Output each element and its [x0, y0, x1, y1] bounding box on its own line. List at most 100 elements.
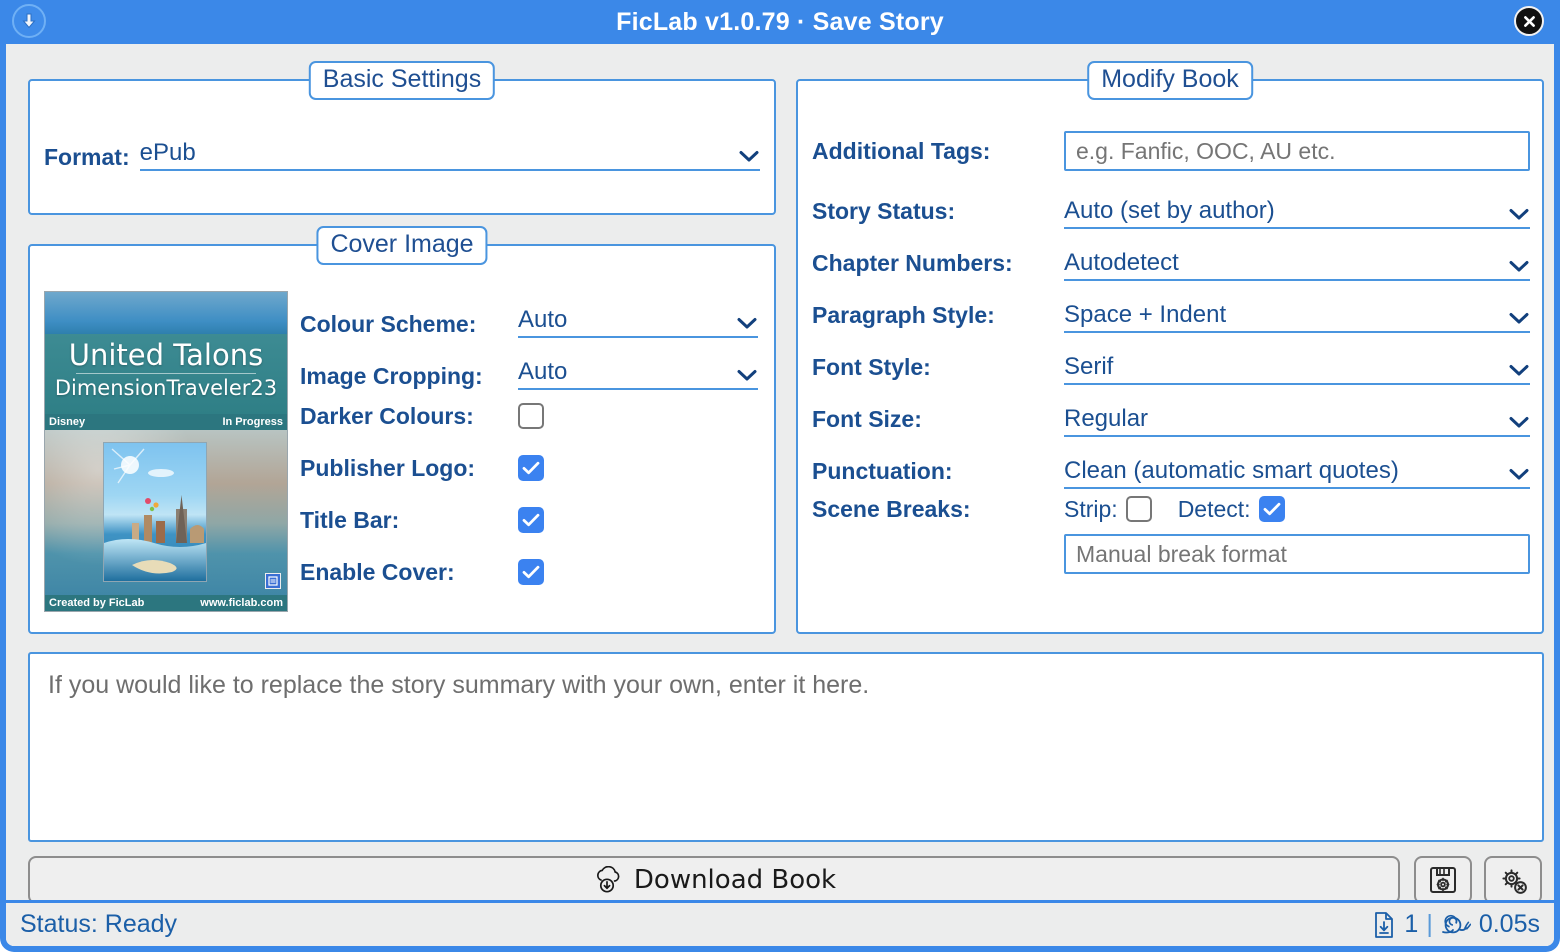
modify-book-group: Modify Book Additional Tags: Story Statu…: [796, 61, 1544, 634]
ficlab-logo-icon: [265, 573, 281, 589]
scene-breaks-strip-label: Strip:: [1064, 495, 1118, 522]
cover-fandom: Disney: [49, 416, 86, 428]
story-status-row: Story Status: Auto (set by author): [812, 177, 1530, 229]
story-status-select[interactable]: Auto (set by author): [1064, 193, 1530, 229]
image-cropping-select[interactable]: Auto: [518, 356, 758, 390]
font-style-select[interactable]: Serif: [1064, 349, 1530, 385]
font-size-row: Font Size: Regular: [812, 385, 1530, 437]
chapter-numbers-select[interactable]: Autodetect: [1064, 245, 1530, 281]
punctuation-label: Punctuation:: [812, 458, 953, 484]
darker-colours-row: Darker Colours:: [300, 390, 760, 442]
chevron-down-icon: [1509, 313, 1529, 324]
colour-scheme-row: Colour Scheme: Auto: [300, 294, 760, 338]
title-bar-checkbox[interactable]: [518, 507, 544, 533]
paragraph-style-row: Paragraph Style: Space + Indent: [812, 281, 1530, 333]
cloud-download-icon: [596, 866, 620, 893]
download-book-button[interactable]: Download Book: [28, 856, 1400, 904]
additional-tags-input[interactable]: [1064, 131, 1530, 171]
font-size-select[interactable]: Regular: [1064, 401, 1530, 437]
cover-divider: [76, 373, 256, 374]
font-style-label: Font Style:: [812, 354, 931, 380]
basic-settings-legend: Basic Settings: [308, 61, 496, 100]
cover-sky-band: [45, 292, 287, 334]
cover-website: www.ficlab.com: [200, 597, 283, 609]
scene-breaks-label: Scene Breaks:: [812, 495, 971, 522]
cover-image-legend: Cover Image: [316, 226, 488, 265]
manual-break-input[interactable]: [1064, 534, 1530, 574]
image-cropping-label: Image Cropping:: [300, 363, 483, 389]
floppy-gear-icon: [1430, 867, 1456, 893]
image-cropping-row: Image Cropping: Auto: [300, 338, 760, 390]
enable-cover-label: Enable Cover:: [300, 558, 455, 585]
title-bar-label: Title Bar:: [300, 506, 400, 533]
elapsed-time: 0.05s: [1478, 910, 1540, 938]
gear-x-icon: [1502, 869, 1527, 894]
ficlab-save-story-window: FicLab v1.0.79 · Save Story Basic Settin…: [0, 0, 1560, 952]
paragraph-style-label: Paragraph Style:: [812, 302, 995, 328]
image-cropping-value: Auto: [518, 358, 568, 385]
paragraph-style-select[interactable]: Space + Indent: [1064, 297, 1530, 333]
chapter-numbers-value: Autodetect: [1064, 249, 1179, 276]
chapter-numbers-row: Chapter Numbers: Autodetect: [812, 229, 1530, 281]
chevron-down-icon: [1509, 365, 1529, 376]
publisher-logo-row: Publisher Logo:: [300, 442, 760, 494]
chevron-down-icon: [1509, 261, 1529, 272]
publisher-logo-checkbox[interactable]: [518, 455, 544, 481]
chevron-down-icon: [1509, 209, 1529, 220]
cover-story-title: United Talons: [68, 338, 264, 372]
title-bar: FicLab v1.0.79 · Save Story: [6, 0, 1554, 44]
format-label: Format:: [44, 144, 130, 170]
cover-credit: Created by FicLab: [49, 597, 145, 609]
cover-meta-bar: Disney In Progress: [45, 414, 287, 430]
cover-title-band: United Talons DimensionTraveler23: [45, 334, 287, 414]
window-title: FicLab v1.0.79 · Save Story: [616, 7, 944, 36]
summary-placeholder: If you would like to replace the story s…: [48, 671, 870, 699]
colour-scheme-value: Auto: [518, 306, 568, 333]
darker-colours-checkbox[interactable]: [518, 403, 544, 429]
story-status-value: Auto (set by author): [1064, 197, 1275, 224]
enable-cover-checkbox[interactable]: [518, 559, 544, 585]
cover-image-group: Cover Image United Talons DimensionTrave…: [28, 226, 776, 634]
summary-textarea[interactable]: If you would like to replace the story s…: [28, 652, 1544, 842]
close-icon[interactable]: [1514, 6, 1544, 36]
cover-author: DimensionTraveler23: [54, 376, 278, 400]
save-settings-button[interactable]: [1414, 856, 1472, 904]
title-bar-row: Title Bar:: [300, 494, 760, 546]
chevron-down-icon: [1509, 417, 1529, 428]
scene-breaks-detect-label: Detect:: [1177, 495, 1251, 522]
cover-status: In Progress: [222, 416, 283, 428]
scene-breaks-strip-checkbox[interactable]: [1125, 496, 1152, 522]
font-size-value: Regular: [1064, 405, 1149, 432]
scene-breaks-detect-checkbox[interactable]: [1258, 496, 1285, 522]
additional-tags-label: Additional Tags:: [812, 137, 991, 164]
chevron-down-icon: [737, 318, 757, 329]
paragraph-style-value: Space + Indent: [1064, 301, 1227, 328]
story-status-label: Story Status:: [812, 198, 956, 224]
publisher-logo-label: Publisher Logo:: [300, 454, 476, 481]
font-size-label: Font Size:: [812, 406, 922, 432]
font-style-value: Serif: [1064, 353, 1114, 380]
additional-tags-row: Additional Tags:: [812, 125, 1530, 177]
snail-icon: [1441, 914, 1471, 933]
status-separator: |: [1426, 910, 1433, 938]
punctuation-select[interactable]: Clean (automatic smart quotes): [1064, 453, 1530, 489]
cover-artwork: [45, 430, 287, 597]
basic-settings-group: Basic Settings Format: ePub: [28, 61, 776, 215]
colour-scheme-select[interactable]: Auto: [518, 304, 758, 338]
download-book-label: Download Book: [633, 865, 837, 895]
file-count: 1: [1404, 910, 1419, 938]
scene-breaks-row: Scene Breaks: Strip: Detect:: [812, 489, 1530, 529]
dialog-content: Basic Settings Format: ePub Cover Image …: [6, 44, 1554, 946]
reset-settings-button[interactable]: [1484, 856, 1542, 904]
punctuation-row: Punctuation: Clean (automatic smart quot…: [812, 437, 1530, 489]
format-select[interactable]: ePub: [139, 137, 760, 171]
font-style-row: Font Style: Serif: [812, 333, 1530, 385]
cover-preview[interactable]: United Talons DimensionTraveler23 Disney…: [44, 291, 288, 612]
cover-artwork-inset: [103, 442, 207, 582]
modify-book-legend: Modify Book: [1087, 61, 1253, 100]
punctuation-value: Clean (automatic smart quotes): [1064, 457, 1399, 484]
status-metrics: 1 | 0.05s: [1372, 910, 1540, 939]
status-bar: Status: Ready 1 | 0.05s: [6, 900, 1554, 946]
darker-colours-label: Darker Colours:: [300, 402, 474, 429]
file-download-icon: [1375, 911, 1394, 938]
